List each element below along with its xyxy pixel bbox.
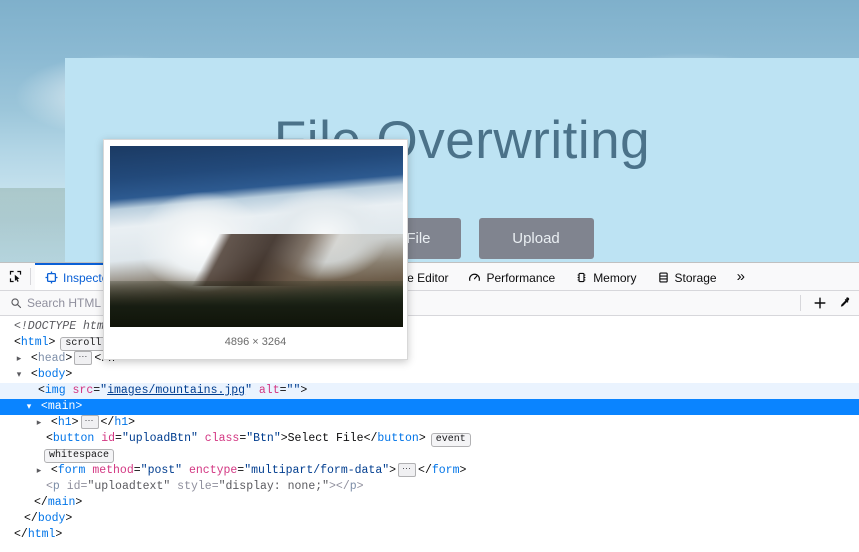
attr-value[interactable]: post — [148, 464, 176, 477]
dom-row[interactable]: ▸ <form method="post" enctype="multipart… — [0, 463, 859, 479]
tag-name: html — [20, 336, 49, 349]
collapsed-children-icon[interactable]: ⋯ — [80, 415, 99, 429]
whitespace-badge[interactable]: whitespace — [44, 449, 115, 463]
tag-name: h1 — [114, 416, 129, 430]
search-divider — [800, 295, 801, 311]
tag-name: body — [37, 368, 66, 381]
collapsed-children-icon[interactable]: ⋯ — [74, 351, 93, 365]
eyedropper-button[interactable] — [833, 293, 855, 313]
expand-twisty-icon[interactable]: ▸ — [34, 463, 44, 479]
tag-name: main — [47, 400, 76, 413]
attr-value[interactable]: display: none; — [226, 480, 323, 493]
plus-icon — [813, 296, 827, 310]
expand-twisty-icon[interactable]: ▸ — [14, 351, 24, 367]
storage-icon — [657, 271, 670, 284]
collapsed-children-icon[interactable]: ⋯ — [398, 463, 417, 477]
tabs-overflow-button[interactable]: » — [727, 263, 755, 290]
attr-name: id — [101, 432, 116, 445]
dom-row[interactable]: ▾ <body> — [0, 367, 859, 383]
collapse-twisty-icon[interactable]: ▾ — [24, 399, 34, 415]
attr-value[interactable]: Btn — [253, 432, 274, 445]
tag-name: button — [52, 432, 95, 445]
tab-memory-label: Memory — [593, 270, 637, 285]
tag-name: p — [52, 480, 60, 493]
element-picker-icon — [8, 269, 23, 284]
image-dimensions-label: 4896 × 3264 — [224, 336, 287, 348]
memory-icon — [575, 271, 588, 284]
tag-name: img — [44, 384, 66, 397]
image-preview-tooltip: 4896 × 3264 — [103, 139, 408, 360]
dom-row[interactable]: <button id="uploadBtn" class="Btn">Selec… — [0, 431, 859, 447]
attr-name: src — [72, 384, 94, 397]
dom-row[interactable]: <img src="images/mountains.jpg" alt=""> — [0, 383, 859, 399]
attr-value[interactable]: images/mountains.jpg — [107, 384, 245, 397]
expand-twisty-icon[interactable]: ▸ — [34, 415, 44, 431]
tag-name: p — [349, 480, 357, 493]
toolbar-divider — [30, 268, 31, 285]
attr-name: class — [204, 432, 240, 445]
tag-name: body — [37, 512, 66, 525]
tab-storage[interactable]: Storage — [647, 263, 727, 290]
attr-name: style — [177, 480, 212, 493]
tag-name: html — [27, 528, 56, 541]
dom-row[interactable]: </body> — [0, 511, 859, 527]
dom-row[interactable]: <p id="uploadtext" style="display: none;… — [0, 479, 859, 495]
inspector-icon — [45, 271, 58, 284]
image-preview-thumbnail — [110, 146, 403, 327]
upload-button[interactable]: Upload — [478, 218, 594, 259]
tag-name: form — [431, 464, 460, 478]
dom-row[interactable]: ▸ <h1> ⋯ </h1> — [0, 415, 859, 431]
attr-name: alt — [258, 384, 280, 397]
scroll-badge[interactable]: scroll — [60, 337, 107, 351]
tab-performance-label: Performance — [486, 270, 556, 285]
attr-value[interactable]: uploadtext — [94, 480, 163, 493]
tag-name: button — [377, 432, 419, 445]
dom-row[interactable]: </html> — [0, 527, 859, 543]
node-text: Select File — [287, 432, 364, 445]
attr-value[interactable]: multipart/form-data — [251, 464, 382, 477]
new-node-button[interactable] — [809, 293, 831, 313]
dom-row-selected[interactable]: ▾ <main> — [0, 399, 859, 415]
dom-row[interactable]: </main> — [0, 495, 859, 511]
tab-performance[interactable]: Performance — [458, 263, 565, 290]
tag-name: head — [37, 352, 66, 366]
attr-name: method — [92, 464, 134, 478]
tag-name: h1 — [57, 416, 72, 430]
collapse-twisty-icon[interactable]: ▾ — [14, 367, 24, 383]
attr-value[interactable]: uploadBtn — [129, 432, 191, 445]
attr-name: id — [66, 480, 81, 493]
element-picker-button[interactable] — [0, 263, 30, 290]
dom-row[interactable]: whitespace — [0, 447, 859, 463]
tab-storage-label: Storage — [674, 270, 717, 285]
performance-icon — [468, 271, 481, 284]
attr-name: enctype — [188, 464, 238, 478]
browser-window: File Overwriting Select File Upload 4896… — [0, 0, 859, 552]
tag-name: main — [47, 496, 76, 509]
event-badge[interactable]: event — [430, 433, 471, 447]
search-icon — [4, 297, 27, 309]
doctype-text: <!DOCTYPE htm — [14, 320, 104, 333]
tag-name: form — [57, 464, 86, 478]
tab-memory[interactable]: Memory — [565, 263, 646, 290]
eyedropper-icon — [837, 296, 851, 310]
search-bar-actions — [794, 293, 855, 313]
